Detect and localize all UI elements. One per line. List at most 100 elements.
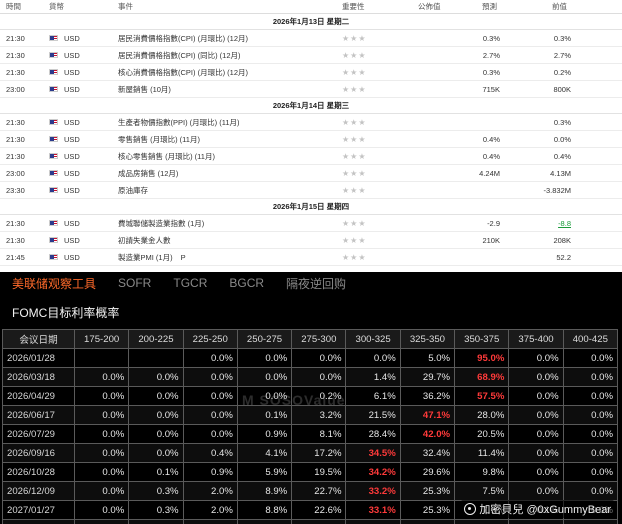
- fomc-tab[interactable]: SOFR: [118, 276, 151, 290]
- probability-cell: 0.4%: [182, 443, 238, 463]
- event-actual: [400, 232, 440, 248]
- probability-cell: 0.0%: [73, 443, 130, 463]
- event-currency: USD: [64, 84, 80, 94]
- probability-cell: 0.0%: [73, 500, 130, 520]
- meeting-date-cell: 2027/01/27: [2, 500, 75, 520]
- calendar-event-row[interactable]: 23:00 USD 成品房銷售 (12月) ★★★ 4.24M 4.13M: [0, 165, 622, 182]
- probability-cell: 0.0%: [562, 424, 619, 444]
- us-flag-icon: [49, 30, 59, 46]
- probability-cell: 9.8%: [454, 462, 510, 482]
- probability-cell: 0.0%: [182, 348, 238, 368]
- importance-stars-icon: ★★★: [342, 114, 402, 130]
- event-name-text: 費城聯儲製造業指數 (1月): [118, 218, 205, 228]
- event-actual: [400, 249, 440, 265]
- event-name: 原油庫存: [118, 182, 338, 198]
- column-header-rate-range: 275-300: [291, 329, 347, 349]
- date-group-header: 2026年1月13日 星期二: [0, 14, 622, 30]
- calendar-event-row[interactable]: 21:30 USD 核心消費價格指數(CPI) (月環比) (12月) ★★★ …: [0, 64, 622, 81]
- probability-cell: 0.0%: [508, 481, 564, 501]
- importance-stars-icon: ★★★: [342, 64, 402, 80]
- table-row: 2026/07/29 0.0% 0.0% 0.0% 0.9% 8.1% 28.4% 42.0%…: [2, 424, 619, 444]
- importance-stars-icon: ★★★: [342, 131, 402, 147]
- fomc-tab[interactable]: TGCR: [173, 276, 207, 290]
- probability-cell: 0.0%: [128, 443, 184, 463]
- meeting-date-cell: 2026/03/18: [2, 367, 75, 387]
- importance-stars: ★★★: [342, 252, 367, 262]
- probability-cell: 0.0%: [236, 348, 293, 368]
- fomc-tab[interactable]: BGCR: [229, 276, 264, 290]
- event-name-text: 零售銷售 (月環比) (11月): [118, 134, 200, 144]
- event-forecast: 2.7%: [482, 50, 500, 60]
- meeting-date-cell: 2026/07/29: [2, 424, 75, 444]
- fomc-tab[interactable]: 隔夜逆回购: [286, 275, 346, 292]
- header-currency: 貨幣: [49, 2, 64, 11]
- event-name-text: 居民消費價格指數(CPI) (同比) (12月): [118, 50, 241, 60]
- probability-cell: 0.0%: [345, 348, 401, 368]
- watermark-text: M SOSOValue: [242, 392, 346, 408]
- probability-cell: 0.1%: [236, 405, 293, 425]
- header-time: 時間: [6, 2, 21, 11]
- calendar-event-row[interactable]: 21:30 USD 核心零售銷售 (月環比) (11月) ★★★ 0.4% 0.…: [0, 148, 622, 165]
- date-label: 2026年1月15日 星期四: [272, 202, 350, 211]
- probability-cell: 0.0%: [128, 405, 184, 425]
- importance-stars: ★★★: [342, 33, 367, 43]
- event-previous: 208K: [511, 232, 571, 248]
- event-name-text: 新屋銷售 (10月): [118, 84, 171, 94]
- event-time: 23:00: [6, 168, 25, 178]
- calendar-event-row[interactable]: 21:30 USD 生產者物價指數(PPI) (月環比) (11月) ★★★ 0…: [0, 114, 622, 131]
- table-header-row: 会议日期 175-200 200-225 225-250 250-275 275-300 3…: [2, 329, 619, 349]
- probability-cell: 7.5%: [454, 481, 510, 501]
- calendar-event-row[interactable]: 21:30 USD 零售銷售 (月環比) (11月) ★★★ 0.4% 0.0%: [0, 131, 622, 148]
- probability-cell: 22.6%: [291, 500, 347, 520]
- calendar-event-row[interactable]: 23:30 USD 原油庫存 ★★★ -3.832M: [0, 182, 622, 199]
- probability-cell: 5.0%: [399, 348, 456, 368]
- event-currency: USD: [64, 218, 80, 228]
- probability-cell: 0.0%: [562, 386, 619, 406]
- event-name-text: 生產者物價指數(PPI) (月環比) (11月): [118, 117, 240, 127]
- probability-cell: 6.1%: [345, 386, 401, 406]
- meeting-date-cell: 2026/06/17: [2, 405, 75, 425]
- probability-cell: 0.0%: [562, 519, 619, 524]
- column-header-rate-range: 175-200: [73, 329, 130, 349]
- event-currency: USD: [64, 134, 80, 144]
- calendar-event-row[interactable]: 23:00 USD 新屋銷售 (10月) ★★★ 715K 800K: [0, 81, 622, 98]
- calendar-event-row[interactable]: 21:30 USD 居民消費價格指數(CPI) (月環比) (12月) ★★★ …: [0, 30, 622, 47]
- event-name: 費城聯儲製造業指數 (1月): [118, 215, 338, 231]
- event-actual: [400, 215, 440, 231]
- probability-cell: 0.0%: [182, 367, 238, 387]
- date-label: 2026年1月14日 星期三: [272, 101, 350, 110]
- table-row: 2026/12/09 0.0% 0.3% 2.0% 8.9% 22.7% 33.2% 25.3…: [2, 481, 619, 501]
- importance-stars: ★★★: [342, 218, 367, 228]
- event-actual: [400, 81, 440, 97]
- event-name: 核心零售銷售 (月環比) (11月): [118, 148, 338, 164]
- probability-cell: 0.9%: [182, 462, 238, 482]
- calendar-event-row[interactable]: 21:30 USD 居民消費價格指數(CPI) (同比) (12月) ★★★ 2…: [0, 47, 622, 64]
- probability-cell: 12.5%: [236, 519, 293, 524]
- event-forecast: 0.4%: [482, 151, 500, 161]
- calendar-event-row[interactable]: 21:30 USD 費城聯儲製造業指數 (1月) ★★★ -2.9 -8.8: [0, 215, 622, 232]
- event-actual: [400, 131, 440, 147]
- table-row: 2026/01/28 0.0% 0.0% 0.0% 0.0% 5.0% 95.0% 0.0% 0…: [2, 348, 619, 368]
- fomc-tab[interactable]: 美联储观察工具: [12, 275, 96, 292]
- event-previous: -3.832M: [511, 182, 571, 198]
- probability-cell: [128, 348, 184, 368]
- event-previous-value: -8.8: [558, 218, 571, 228]
- us-flag-icon: [49, 232, 59, 248]
- probability-cell: 2.0%: [182, 500, 238, 520]
- event-previous-value: 52.2: [556, 252, 571, 262]
- probability-cell: 0.7%: [128, 519, 184, 524]
- calendar-event-row[interactable]: 21:30 USD 初請失業金人數 ★★★ 210K 208K: [0, 232, 622, 249]
- event-currency: USD: [64, 252, 80, 262]
- importance-stars-icon: ★★★: [342, 215, 402, 231]
- event-forecast: 0.3%: [482, 67, 500, 77]
- us-flag-icon: [49, 47, 59, 63]
- event-actual: [400, 47, 440, 63]
- column-header-rate-range: 200-225: [128, 329, 184, 349]
- meeting-date-cell: 2026/09/16: [2, 443, 75, 463]
- probability-cell: 0.3%: [128, 481, 184, 501]
- probability-cell: 0.0%: [508, 405, 564, 425]
- importance-stars-icon: ★★★: [342, 182, 402, 198]
- calendar-event-row[interactable]: 21:45 USD 製造業PMI (1月) P ★★★ 52.2: [0, 249, 622, 266]
- probability-cell: 3.2%: [291, 405, 347, 425]
- calendar-header: 時間 貨幣 事件 重要性 公佈值 預測 前值: [0, 0, 622, 14]
